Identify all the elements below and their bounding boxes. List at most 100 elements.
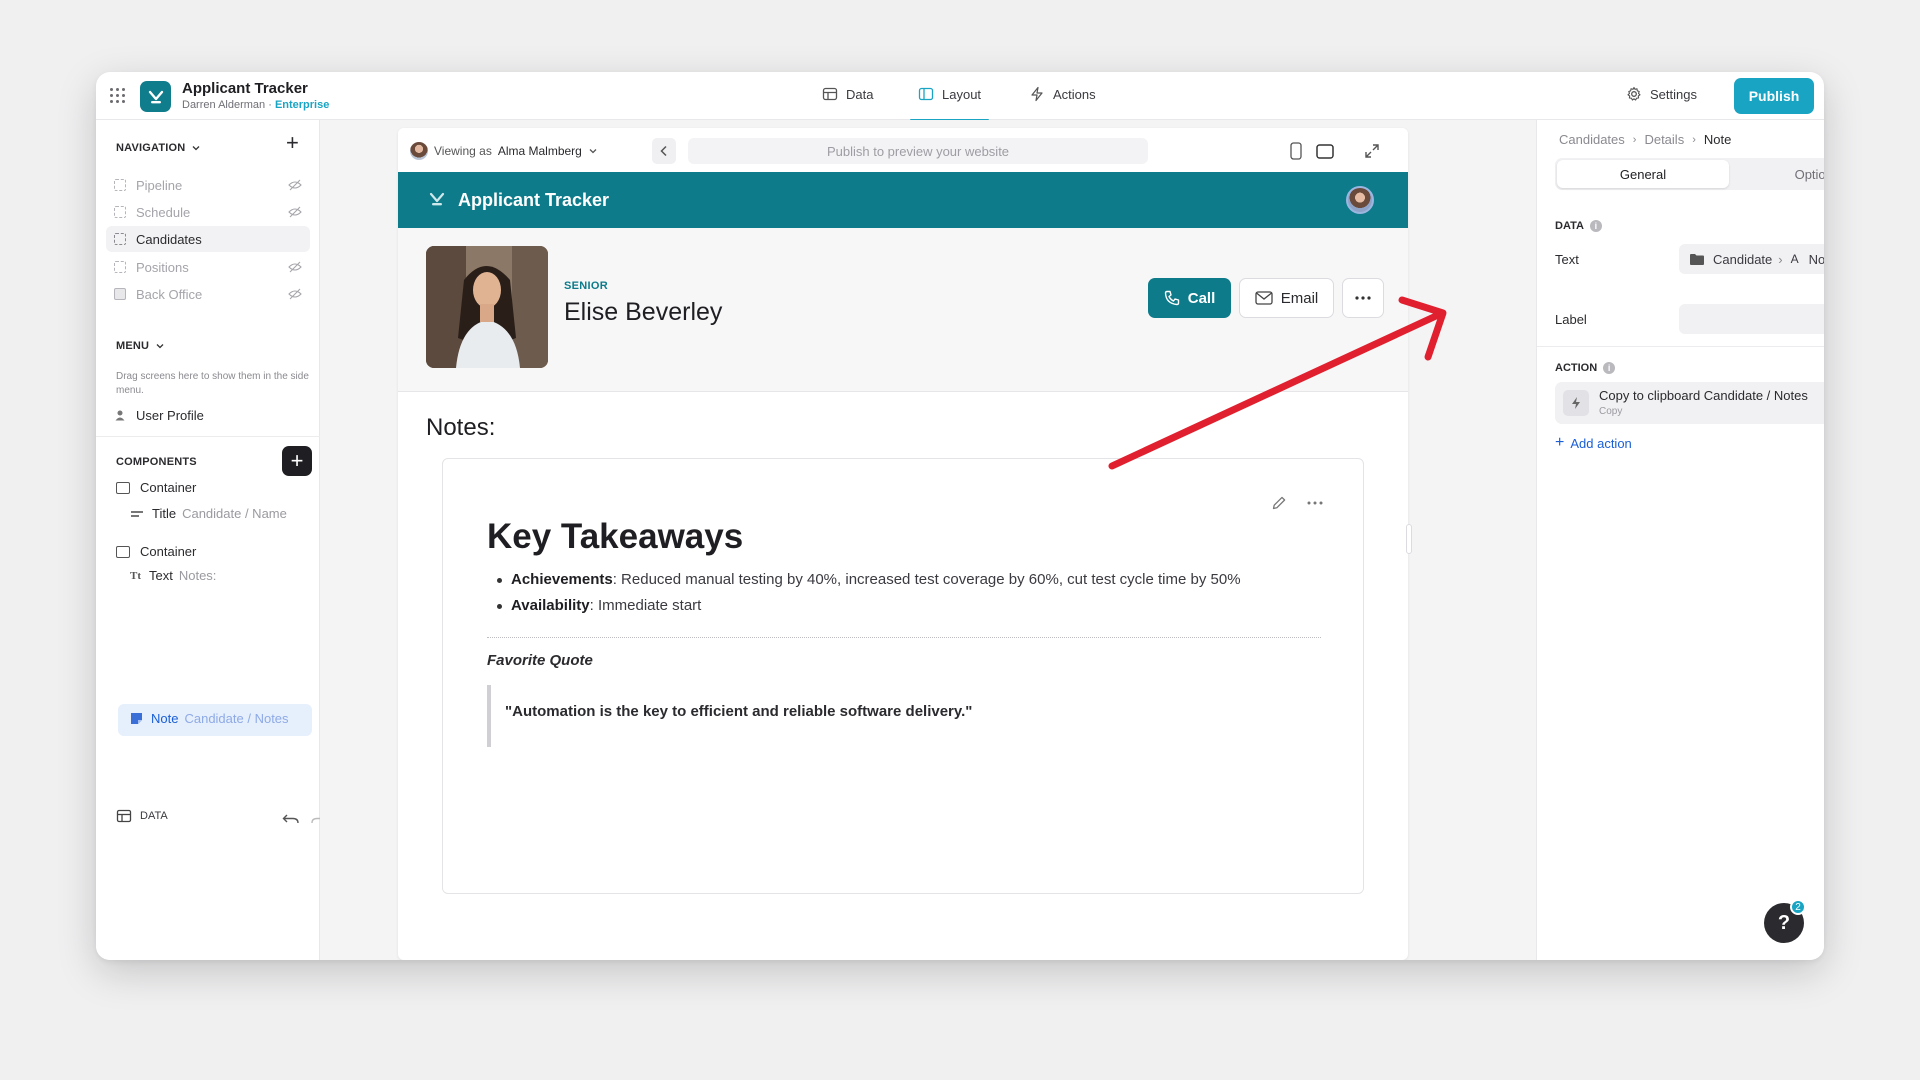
action-item[interactable]: Copy to clipboard Candidate / Notes Copy bbox=[1555, 382, 1824, 424]
sidebar-item-pipeline[interactable]: Pipeline bbox=[106, 172, 310, 198]
phone-icon[interactable] bbox=[1290, 142, 1302, 160]
app-preview: Viewing as Alma Malmberg Publish to prev… bbox=[398, 128, 1408, 960]
add-component-button[interactable]: + bbox=[282, 446, 312, 476]
settings-label: Settings bbox=[1650, 86, 1697, 102]
tab-actions[interactable]: Actions bbox=[1029, 86, 1096, 102]
tab-actions-label: Actions bbox=[1053, 86, 1096, 102]
action-section-heading[interactable]: ACTION i bbox=[1555, 362, 1616, 374]
chevron-down-icon bbox=[156, 344, 164, 349]
menu-item-label: User Profile bbox=[136, 407, 204, 423]
screen-icon bbox=[114, 179, 126, 191]
tab-general[interactable]: General bbox=[1557, 160, 1729, 188]
bullet-key: Availability bbox=[511, 597, 590, 614]
chevron-right-icon: › bbox=[1778, 251, 1783, 267]
label-input[interactable] bbox=[1679, 304, 1824, 334]
call-button[interactable]: Call bbox=[1148, 278, 1231, 318]
pencil-icon[interactable] bbox=[1271, 495, 1287, 511]
data-editor-toggle[interactable]: DATA bbox=[116, 808, 168, 824]
add-screen-button[interactable]: + bbox=[286, 132, 299, 154]
sidebar-item-schedule[interactable]: Schedule bbox=[106, 199, 310, 225]
text-type-icon: Tt bbox=[130, 569, 141, 582]
more-horizontal-icon bbox=[1355, 296, 1371, 300]
menu-item-user-profile[interactable]: User Profile bbox=[106, 402, 310, 428]
component-source: Candidate / Notes bbox=[184, 711, 289, 726]
tab-data[interactable]: Data bbox=[822, 86, 873, 102]
menu-heading[interactable]: MENU bbox=[116, 340, 165, 352]
text-source-picker[interactable]: Candidate › A Notes bbox=[1679, 244, 1824, 274]
app-title: Applicant Tracker bbox=[182, 80, 308, 97]
screen-icon bbox=[114, 261, 126, 273]
publish-button[interactable]: Publish bbox=[1734, 78, 1814, 114]
sidebar-item-label: Candidates bbox=[136, 231, 202, 247]
component-text[interactable]: Tt Text Notes: bbox=[130, 568, 216, 583]
notification-badge: 2 bbox=[1790, 899, 1806, 915]
settings-button[interactable]: Settings bbox=[1626, 86, 1697, 102]
add-action-button[interactable]: + Add action bbox=[1555, 434, 1632, 452]
sidebar-item-label: Pipeline bbox=[136, 177, 183, 193]
eye-off-icon[interactable] bbox=[288, 179, 302, 191]
bolt-icon bbox=[1031, 86, 1043, 102]
source-column: Notes bbox=[1808, 251, 1824, 267]
resize-handle[interactable] bbox=[1406, 524, 1412, 554]
note-component[interactable]: Key Takeaways Achievements: Reduced manu… bbox=[442, 458, 1364, 894]
viewing-prefix: Viewing as bbox=[434, 144, 492, 158]
tab-options[interactable]: Options bbox=[1731, 160, 1824, 188]
chevron-down-icon bbox=[589, 149, 597, 154]
breadcrumb-item[interactable]: Candidates bbox=[1559, 132, 1625, 147]
sidebar-item-positions[interactable]: Positions bbox=[106, 254, 310, 280]
component-container[interactable]: Container bbox=[116, 544, 196, 559]
more-horizontal-icon[interactable] bbox=[1307, 501, 1323, 505]
component-source: Notes: bbox=[178, 568, 217, 583]
avatar[interactable] bbox=[1346, 186, 1374, 214]
undo-icon[interactable] bbox=[282, 812, 300, 826]
navigation-heading[interactable]: NAVIGATION bbox=[116, 142, 201, 154]
mail-icon bbox=[1255, 291, 1273, 305]
apps-grid-icon[interactable] bbox=[110, 88, 126, 104]
tab-data-label: Data bbox=[846, 86, 874, 102]
viewing-user: Alma Malmberg bbox=[497, 144, 582, 158]
text-field-label: Text bbox=[1555, 252, 1579, 267]
preview-app-header: Applicant Tracker bbox=[398, 172, 1408, 228]
breadcrumb-item[interactable]: Details bbox=[1644, 132, 1684, 147]
breadcrumb-item: Note bbox=[1703, 132, 1732, 147]
back-button[interactable] bbox=[652, 138, 676, 164]
component-type: Container bbox=[140, 544, 197, 559]
component-container[interactable]: Container bbox=[116, 480, 196, 495]
gear-icon bbox=[1627, 86, 1641, 101]
note-toolbar bbox=[1271, 495, 1323, 511]
more-options-button[interactable] bbox=[1342, 278, 1384, 318]
eye-off-icon[interactable] bbox=[288, 288, 302, 300]
folder-icon bbox=[1690, 253, 1704, 265]
sidebar-item-candidates[interactable]: Candidates bbox=[106, 226, 310, 252]
data-section-heading[interactable]: DATA i bbox=[1555, 220, 1602, 232]
sidebar-item-back-office[interactable]: Back Office bbox=[106, 281, 310, 307]
eye-off-icon[interactable] bbox=[288, 206, 302, 218]
eye-off-icon[interactable] bbox=[288, 261, 302, 273]
bullet-value: : Reduced manual testing by 40%, increas… bbox=[612, 571, 1241, 588]
bullet-key: Achievements bbox=[511, 571, 613, 588]
bolt-icon bbox=[1563, 390, 1589, 416]
viewing-as-selector[interactable]: Viewing as Alma Malmberg bbox=[410, 142, 598, 160]
info-icon[interactable]: i bbox=[1603, 362, 1616, 374]
container-icon bbox=[116, 545, 130, 558]
component-title[interactable]: Title Candidate / Name bbox=[130, 506, 287, 521]
action-subtitle: Copy bbox=[1599, 406, 1623, 417]
phone-call-icon bbox=[1164, 290, 1179, 306]
chevron-right-icon: › bbox=[1692, 133, 1696, 146]
section-label: DATA bbox=[1555, 220, 1584, 232]
component-note[interactable]: Note Candidate / Notes bbox=[130, 711, 289, 726]
candidate-photo bbox=[426, 246, 548, 368]
table-icon bbox=[116, 809, 132, 823]
tab-layout[interactable]: Layout bbox=[909, 86, 990, 121]
properties-panel: Candidates › Details › Note General Opti… bbox=[1536, 120, 1824, 960]
email-button[interactable]: Email bbox=[1239, 278, 1334, 318]
info-icon[interactable]: i bbox=[1589, 220, 1602, 232]
person-photo-icon bbox=[426, 246, 548, 368]
section-label: ACTION bbox=[1555, 362, 1598, 374]
layout-icon bbox=[918, 87, 934, 101]
tablet-icon[interactable] bbox=[1316, 144, 1334, 159]
add-action-label: Add action bbox=[1570, 435, 1632, 451]
expand-icon[interactable] bbox=[1364, 143, 1380, 159]
note-icon bbox=[131, 713, 142, 724]
preview-url-bar[interactable]: Publish to preview your website bbox=[688, 138, 1148, 164]
